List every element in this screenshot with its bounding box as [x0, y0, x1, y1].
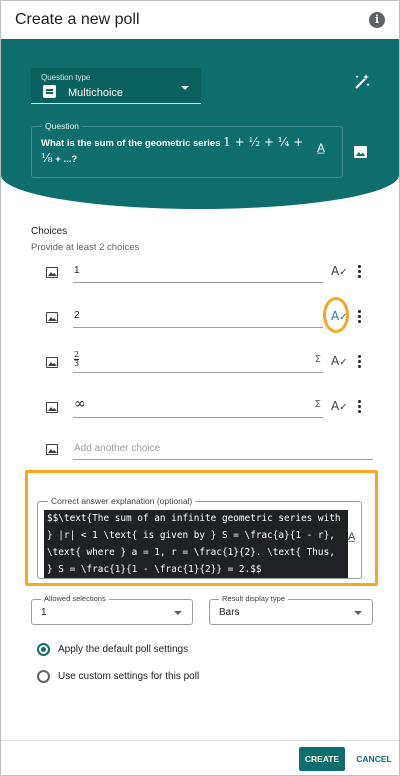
title-bar: Create a new poll i — [1, 1, 399, 39]
more-vert-icon[interactable] — [358, 265, 362, 279]
choice-row: ∞ Σ A✓ — [1, 394, 399, 424]
more-vert-icon[interactable] — [358, 310, 362, 324]
choice-value: 2 — [74, 310, 80, 321]
sigma-icon[interactable]: Σ — [315, 399, 321, 410]
default-settings-radio[interactable] — [37, 643, 50, 656]
question-math: 1 + ½ + ¼ + — [223, 135, 304, 149]
question-math-line2: ⅛ — [41, 151, 53, 165]
fraction-numerator: 2 — [74, 350, 80, 359]
image-icon[interactable] — [354, 146, 367, 158]
image-icon[interactable] — [46, 312, 58, 323]
choice-value: 1 — [74, 265, 80, 276]
magic-wand-icon[interactable] — [353, 73, 371, 91]
dialog-title: Create a new poll — [15, 11, 140, 28]
chevron-down-icon — [354, 611, 362, 615]
chevron-down-icon — [181, 86, 189, 90]
spellcheck-icon[interactable]: A✓ — [331, 264, 348, 278]
explanation-field[interactable]: Correct answer explanation (optional) $$… — [37, 496, 362, 579]
custom-settings-radio[interactable] — [37, 670, 50, 683]
image-icon[interactable] — [46, 444, 58, 455]
image-icon[interactable] — [46, 402, 58, 413]
result-display-select[interactable]: Result display type Bars — [209, 594, 373, 625]
choice-value: ∞ — [74, 396, 86, 412]
choice-input[interactable]: ∞ Σ — [73, 396, 323, 418]
fraction-denominator: 3 — [74, 359, 80, 368]
text-format-icon[interactable]: A̲ — [317, 141, 329, 157]
custom-settings-label: Use custom settings for this poll — [58, 671, 200, 682]
spellcheck-icon[interactable]: A✓ — [331, 309, 348, 323]
more-vert-icon[interactable] — [358, 400, 362, 414]
footer-divider — [1, 740, 399, 741]
poll-dialog: Create a new poll i Question type Multic… — [0, 0, 400, 776]
create-button[interactable]: CREATE — [299, 747, 345, 771]
choice-input[interactable]: 2 — [73, 306, 323, 328]
list-icon — [43, 85, 56, 98]
result-display-label: Result display type — [219, 594, 288, 603]
choices-heading: Choices — [31, 226, 68, 237]
question-text-suffix: + ...? — [55, 154, 78, 165]
add-choice-placeholder: Add another choice — [74, 443, 161, 454]
choice-row: 2 3 Σ A✓ — [1, 349, 399, 379]
choice-row: 1 A✓ — [1, 259, 399, 289]
choice-input[interactable]: 2 3 Σ — [73, 351, 323, 373]
question-field[interactable]: Question What is the sum of the geometri… — [31, 121, 343, 178]
allowed-selections-label: Allowed selections — [41, 594, 109, 603]
add-choice-row: Add another choice — [1, 436, 399, 466]
default-settings-label: Apply the default poll settings — [58, 644, 189, 655]
choice-value-fraction: 2 3 — [74, 350, 80, 368]
image-icon[interactable] — [46, 357, 58, 368]
more-vert-icon[interactable] — [358, 355, 362, 369]
allowed-selections-select[interactable]: Allowed selections 1 — [31, 594, 193, 625]
text-format-icon[interactable]: A̲ — [348, 531, 355, 543]
image-icon[interactable] — [46, 267, 58, 278]
result-display-value: Bars — [219, 607, 240, 618]
sigma-icon[interactable]: Σ — [315, 354, 321, 365]
explanation-value[interactable]: $$\text{The sum of an infinite geometric… — [44, 510, 348, 578]
spellcheck-icon[interactable]: A✓ — [331, 399, 348, 413]
choices-hint: Provide at least 2 choices — [31, 242, 140, 253]
question-text[interactable]: What is the sum of the geometric series … — [41, 135, 309, 167]
question-label: Question — [42, 121, 83, 131]
default-settings-option[interactable]: Apply the default poll settings — [37, 641, 337, 659]
explanation-label: Correct answer explanation (optional) — [48, 496, 196, 506]
choice-row: 2 A✓ — [1, 297, 399, 334]
question-type-select[interactable]: Question type Multichoice — [31, 68, 201, 104]
spellcheck-icon[interactable]: A✓ — [331, 354, 348, 368]
question-type-value: Multichoice — [68, 87, 124, 99]
cancel-button[interactable]: CANCEL — [354, 747, 394, 771]
question-text-prefix: What is the sum of the geometric series — [41, 138, 224, 149]
explanation-highlight: Correct answer explanation (optional) $$… — [25, 470, 378, 586]
chevron-down-icon — [174, 611, 182, 615]
choice-input[interactable]: 1 — [73, 261, 323, 283]
question-type-label: Question type — [41, 73, 91, 82]
info-icon[interactable]: i — [369, 12, 385, 28]
allowed-selections-value: 1 — [41, 607, 47, 618]
add-choice-input[interactable]: Add another choice — [73, 438, 373, 460]
custom-settings-option[interactable]: Use custom settings for this poll — [37, 668, 337, 686]
